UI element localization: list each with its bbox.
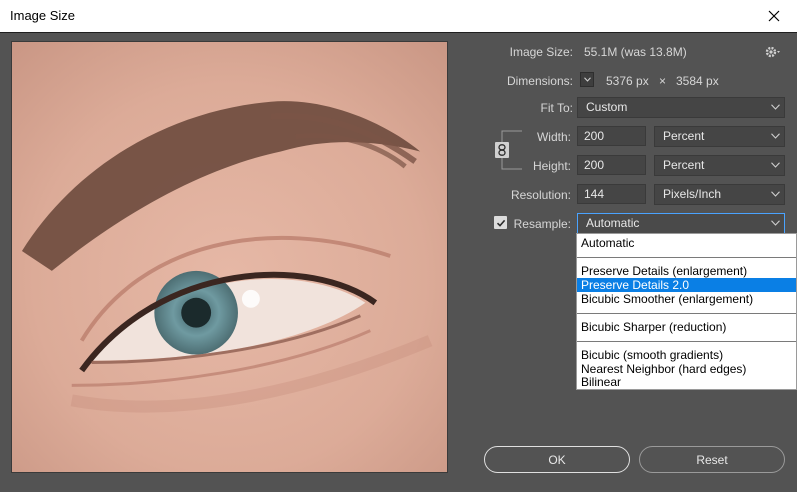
resample-label: Resample:: [513, 217, 571, 231]
close-icon: [768, 10, 780, 22]
constrain-proportions-button[interactable]: [495, 142, 509, 158]
window-title: Image Size: [10, 8, 76, 23]
title-bar: Image Size: [0, 0, 797, 32]
dropdown-separator: [577, 341, 796, 342]
width-label: Width:: [536, 130, 571, 144]
fit-to-value: Custom: [586, 100, 628, 114]
checkmark-icon: [496, 219, 505, 227]
height-unit-select[interactable]: Percent: [654, 155, 785, 176]
dimensions-width: 5376 px: [606, 74, 649, 88]
resolution-unit-select[interactable]: Pixels/Inch: [654, 184, 785, 205]
resample-option-preserve-details-2[interactable]: Preserve Details 2.0: [577, 278, 796, 292]
resample-option-bicubic-sharper[interactable]: Bicubic Sharper (reduction): [577, 320, 796, 334]
width-input[interactable]: 200: [577, 126, 646, 146]
chevron-down-icon: [771, 220, 780, 226]
ok-button[interactable]: OK: [484, 446, 630, 473]
resample-dropdown-list: Automatic Preserve Details (enlargement)…: [576, 233, 797, 390]
resample-option-preserve-details[interactable]: Preserve Details (enlargement): [577, 264, 796, 278]
dimensions-label: Dimensions:: [506, 74, 573, 88]
chevron-down-icon: [771, 104, 780, 110]
fit-to-select[interactable]: Custom: [577, 97, 785, 118]
dimensions-unit-button[interactable]: [580, 72, 594, 87]
close-button[interactable]: [751, 0, 797, 32]
image-size-label: Image Size:: [509, 45, 573, 59]
height-label: Height:: [532, 159, 571, 173]
width-unit-value: Percent: [663, 129, 705, 143]
resample-option-automatic[interactable]: Automatic: [577, 236, 796, 250]
image-size-value: 55.1M (was 13.8M): [584, 45, 687, 59]
dropdown-separator: [577, 257, 796, 258]
image-preview[interactable]: [11, 41, 448, 473]
title-divider: [0, 32, 797, 33]
chevron-down-icon: [771, 162, 780, 168]
chevron-down-icon: [583, 77, 591, 82]
chevron-down-icon: [771, 191, 780, 197]
resample-option-bicubic-smoother[interactable]: Bicubic Smoother (enlargement): [577, 292, 796, 306]
dropdown-separator: [577, 313, 796, 314]
resample-option-bicubic[interactable]: Bicubic (smooth gradients): [577, 348, 796, 362]
resolution-label: Resolution:: [510, 188, 571, 202]
reset-button[interactable]: Reset: [639, 446, 785, 473]
chevron-down-icon: [771, 133, 780, 139]
fit-to-label: Fit To:: [540, 101, 573, 115]
resample-checkbox[interactable]: [494, 216, 507, 229]
resample-select[interactable]: Automatic: [577, 213, 785, 234]
resolution-unit-value: Pixels/Inch: [663, 187, 722, 201]
link-icon: [498, 144, 506, 156]
gear-icon[interactable]: [765, 45, 781, 59]
resolution-input[interactable]: 144: [577, 184, 646, 204]
height-input[interactable]: 200: [577, 155, 646, 175]
dimensions-height: 3584 px: [676, 74, 719, 88]
resample-value: Automatic: [586, 216, 640, 230]
dimensions-times: ×: [659, 74, 667, 88]
resample-option-nearest-neighbor[interactable]: Nearest Neighbor (hard edges): [577, 362, 796, 376]
width-unit-select[interactable]: Percent: [654, 126, 785, 147]
resample-option-bilinear[interactable]: Bilinear: [577, 376, 796, 388]
height-unit-value: Percent: [663, 158, 705, 172]
preview-image: [12, 42, 447, 472]
